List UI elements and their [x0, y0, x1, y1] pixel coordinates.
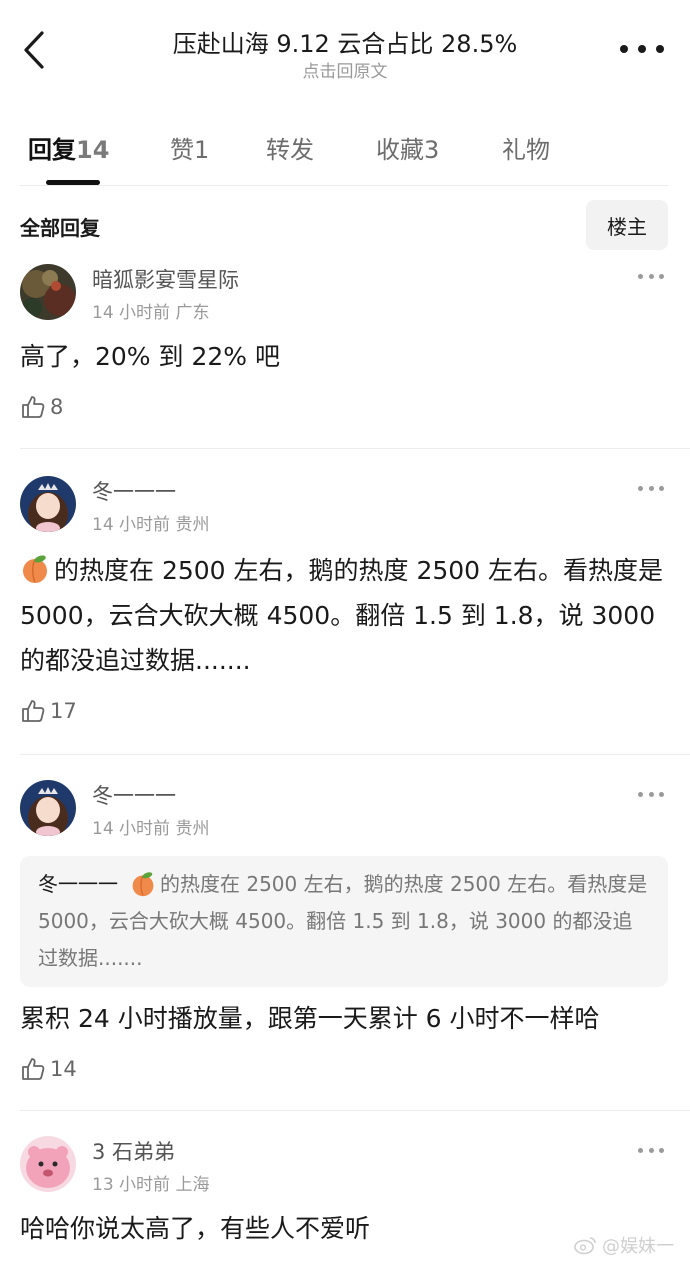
view-original-link[interactable]: 点击回原文 [0, 57, 690, 82]
like-button[interactable]: 17 [20, 698, 77, 724]
more-horizontal-icon [620, 45, 628, 53]
comment-meta: 13 小时前 上海 [92, 1175, 210, 1195]
top-bar: 压赴山海 9.12 云合占比 28.5% 点击回原文 [0, 0, 690, 100]
quoted-author: 冬一一一 [38, 872, 118, 896]
section-title: 全部回复 [20, 216, 100, 240]
watermark: @娱妹一 [574, 1232, 674, 1258]
comment-author[interactable]: 冬一一一 [92, 476, 176, 506]
divider [20, 1110, 690, 1111]
divider [20, 754, 690, 755]
more-button[interactable] [620, 36, 664, 62]
op-only-filter-button[interactable]: 楼主 [586, 200, 668, 250]
tab-replies[interactable]: 回复14 [28, 130, 109, 165]
peach-emoji-icon [132, 872, 154, 897]
active-tab-indicator [46, 180, 100, 185]
thumbs-up-icon [22, 1058, 45, 1080]
comment-more-button[interactable] [638, 483, 664, 493]
page-title: 压赴山海 9.12 云合占比 28.5% [172, 30, 518, 58]
tab-bar: 回复14 赞1 转发 收藏3 礼物 [20, 120, 668, 186]
like-count: 17 [50, 699, 77, 723]
peach-emoji-icon [23, 555, 47, 583]
avatar[interactable] [20, 780, 76, 836]
avatar[interactable] [20, 476, 76, 532]
comment-text: 累积 24 小时播放量，跟第一天累计 6 小时不一样哈 [20, 1004, 600, 1033]
like-button[interactable]: 8 [20, 394, 63, 420]
comment-more-button[interactable] [638, 271, 664, 281]
avatar[interactable] [20, 1136, 76, 1192]
like-button[interactable]: 14 [20, 1056, 77, 1082]
comment-author[interactable]: 冬一一一 [92, 780, 176, 810]
tab-gifts[interactable]: 礼物 [502, 130, 550, 165]
quoted-reply[interactable]: 冬一一一 的热度在 2500 左右，鹅的热度 2500 左右。看热度是 5000… [20, 856, 668, 987]
thumbs-up-icon [22, 396, 45, 418]
comment-meta: 14 小时前 贵州 [92, 819, 210, 839]
weibo-logo-icon [574, 1237, 596, 1255]
tab-likes[interactable]: 赞1 [170, 130, 209, 165]
like-count: 8 [50, 395, 64, 419]
comment-text: 的热度在 2500 左右，鹅的热度 2500 左右。看热度是 5000，云合大砍… [20, 555, 664, 675]
divider [20, 448, 690, 449]
comment-text: 高了，20% 到 22% 吧 [20, 342, 280, 371]
comment-more-button[interactable] [638, 1145, 664, 1155]
section-header: 全部回复 楼主 [20, 200, 668, 250]
comment-more-button[interactable] [638, 789, 664, 799]
comment-text: 哈哈你说太高了，有些人不爱听 [20, 1214, 371, 1243]
tab-reposts[interactable]: 转发 [266, 130, 314, 165]
like-count: 14 [50, 1057, 77, 1081]
thumbs-up-icon [22, 700, 45, 722]
comment-meta: 14 小时前 贵州 [92, 515, 210, 535]
comment-meta: 14 小时前 广东 [92, 303, 210, 323]
comment-author[interactable]: 3 石弟弟 [92, 1136, 175, 1166]
avatar[interactable] [20, 264, 76, 320]
comment-author[interactable]: 暗狐影宴雪星际 [92, 264, 239, 294]
tab-favorites[interactable]: 收藏3 [376, 130, 439, 165]
